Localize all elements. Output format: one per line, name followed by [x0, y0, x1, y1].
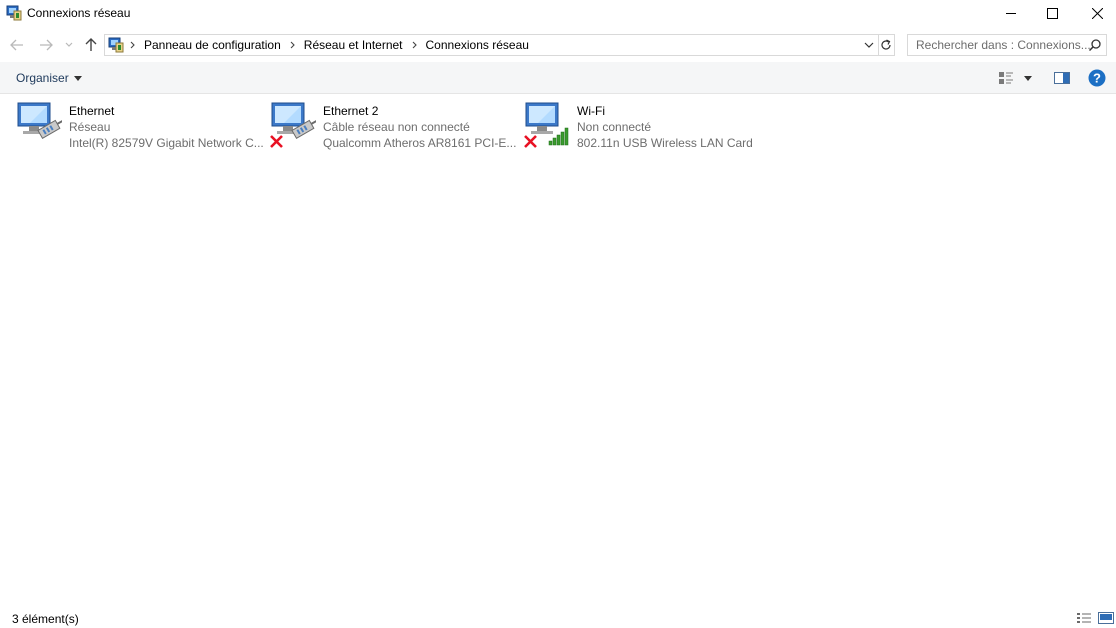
- view-dropdown-button[interactable]: [1021, 68, 1035, 88]
- connection-device: Qualcomm Atheros AR8161 PCI-E...: [323, 136, 517, 150]
- status-bar: 3 élément(s): [0, 608, 1116, 628]
- window-title: Connexions réseau: [27, 6, 131, 20]
- search-icon[interactable]: [1088, 38, 1102, 52]
- breadcrumb: Panneau de configuration Réseau et Inter…: [129, 35, 537, 55]
- connection-item-wifi[interactable]: Wi-Fi Non connecté 802.11n USB Wireless …: [524, 100, 769, 152]
- chevron-right-icon[interactable]: [290, 41, 296, 49]
- details-view-icon[interactable]: [1076, 611, 1092, 625]
- connection-item-ethernet[interactable]: Ethernet Réseau Intel(R) 82579V Gigabit …: [16, 100, 264, 152]
- organise-label: Organiser: [16, 71, 69, 85]
- connection-item-ethernet-2[interactable]: Ethernet 2 Câble réseau non connecté Qua…: [270, 100, 516, 152]
- minimize-icon: [1006, 13, 1016, 14]
- caret-down-icon: [73, 75, 82, 81]
- caret-down-icon: [1024, 75, 1032, 81]
- disconnected-x-icon: [524, 135, 537, 148]
- maximize-icon: [1046, 7, 1058, 19]
- refresh-icon: [880, 39, 891, 50]
- breadcrumb-network-internet[interactable]: Réseau et Internet: [304, 38, 403, 52]
- forward-button[interactable]: [37, 36, 55, 54]
- ethernet-adapter-icon: [17, 102, 62, 139]
- up-arrow-icon: [85, 38, 97, 51]
- back-button[interactable]: [8, 36, 26, 54]
- item-count: 3 élément(s): [12, 612, 79, 626]
- connection-details: Ethernet Réseau Intel(R) 82579V Gigabit …: [69, 103, 264, 151]
- forward-arrow-icon: [40, 39, 53, 51]
- title-bar: Connexions réseau: [0, 0, 1116, 26]
- maximize-button[interactable]: [1029, 0, 1075, 26]
- disconnected-x-icon: [270, 135, 283, 148]
- close-icon: [1091, 7, 1103, 19]
- connection-status: Non connecté: [577, 120, 652, 134]
- control-panel-icon: [108, 37, 124, 53]
- address-dropdown-button[interactable]: [862, 38, 876, 52]
- wifi-adapter-icon: [524, 102, 569, 148]
- connection-device: Intel(R) 82579V Gigabit Network C...: [69, 136, 264, 150]
- command-bar: Organiser ?: [0, 62, 1116, 94]
- preview-pane-button[interactable]: [1052, 68, 1072, 88]
- connection-name: Ethernet 2: [323, 104, 379, 118]
- organise-button[interactable]: Organiser: [16, 71, 82, 85]
- network-connections-icon: [6, 5, 22, 21]
- minimize-button[interactable]: [988, 0, 1034, 26]
- view-options-icon: [999, 72, 1013, 84]
- help-icon: ?: [1088, 69, 1106, 87]
- recent-locations-button[interactable]: [62, 36, 76, 54]
- address-bar[interactable]: Panneau de configuration Réseau et Inter…: [104, 34, 879, 56]
- change-view-button[interactable]: [997, 68, 1015, 88]
- search-placeholder: Rechercher dans : Connexions...: [916, 38, 1091, 52]
- navigation-bar: Panneau de configuration Réseau et Inter…: [0, 30, 1116, 60]
- close-button[interactable]: [1074, 0, 1116, 26]
- connection-device: 802.11n USB Wireless LAN Card: [577, 136, 753, 150]
- search-input[interactable]: Rechercher dans : Connexions...: [907, 34, 1107, 56]
- connection-name: Ethernet: [69, 104, 115, 118]
- up-button[interactable]: [82, 36, 100, 54]
- ethernet-adapter-icon: [270, 102, 316, 148]
- refresh-button[interactable]: [877, 34, 895, 56]
- svg-text:?: ?: [1093, 71, 1101, 86]
- back-arrow-icon: [10, 39, 23, 51]
- chevron-down-icon: [65, 42, 73, 47]
- connection-status: Câble réseau non connecté: [323, 120, 470, 134]
- signal-bars-icon: [548, 127, 569, 146]
- help-button[interactable]: ?: [1087, 68, 1107, 88]
- connection-details: Wi-Fi Non connecté 802.11n USB Wireless …: [577, 103, 753, 151]
- breadcrumb-control-panel[interactable]: Panneau de configuration: [144, 38, 281, 52]
- chevron-right-icon[interactable]: [130, 41, 136, 49]
- chevron-down-icon: [864, 42, 874, 48]
- connection-status: Réseau: [69, 120, 111, 134]
- preview-pane-icon: [1054, 72, 1070, 84]
- connection-details: Ethernet 2 Câble réseau non connecté Qua…: [323, 103, 516, 151]
- breadcrumb-network-connections[interactable]: Connexions réseau: [426, 38, 529, 52]
- large-icons-view-icon[interactable]: [1098, 611, 1114, 625]
- chevron-right-icon[interactable]: [412, 41, 418, 49]
- connection-name: Wi-Fi: [577, 104, 605, 118]
